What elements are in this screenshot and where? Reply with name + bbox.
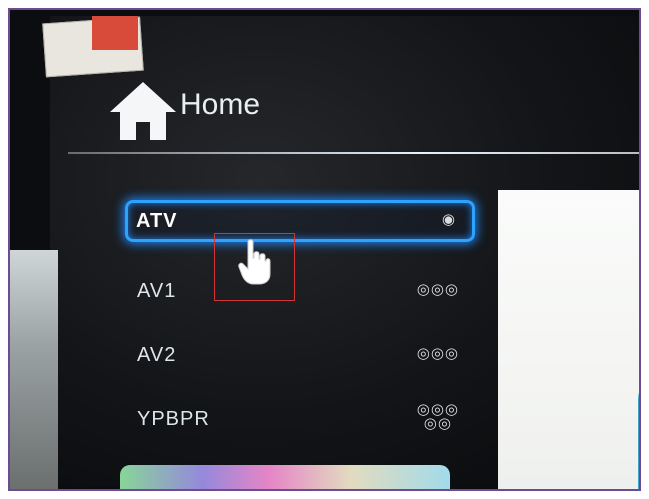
source-item-label: ATV [136, 210, 178, 232]
color-strip [120, 465, 450, 489]
source-preview [498, 190, 639, 489]
antenna-connector-icon: ◉ [441, 210, 456, 228]
source-item-av1[interactable]: AV1 ◎◎◎ [125, 272, 475, 314]
page-title: Home [180, 88, 261, 121]
source-item-av2[interactable]: AV2 ◎◎◎ [125, 336, 475, 378]
hand-cursor-icon [238, 239, 271, 285]
component-connector-icon: ◎◎◎ ◎◎ [416, 400, 459, 432]
header-divider [68, 152, 639, 154]
source-item-atv[interactable]: ATV ◉ [125, 200, 475, 242]
home-icon [110, 82, 176, 140]
composite-connector-icon: ◎◎◎ [416, 280, 459, 298]
price-sticker-red [92, 16, 138, 50]
source-item-label: YPBPR [137, 408, 210, 430]
source-item-label: AV2 [137, 344, 177, 366]
source-item-ypbpr[interactable]: YPBPR ◎◎◎ ◎◎ [125, 400, 475, 442]
store-background [10, 250, 58, 489]
source-item-label: AV1 [137, 280, 177, 302]
screenshot-frame: Home ATV ◉ AV1 ◎◎◎ AV2 ◎◎◎ YPBPR ◎◎◎ ◎◎ [8, 8, 641, 491]
composite-connector-icon: ◎◎◎ [416, 344, 459, 362]
